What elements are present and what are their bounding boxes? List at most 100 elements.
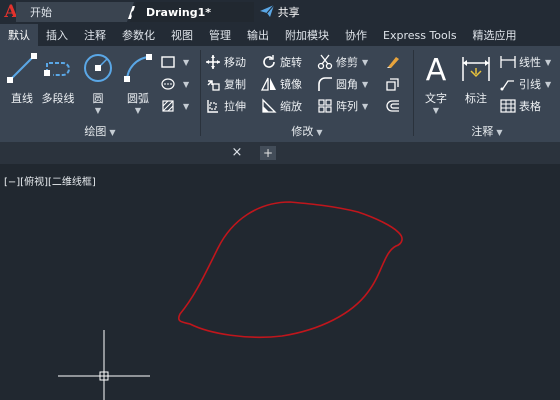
drawn-spline-curve[interactable] (177, 201, 403, 339)
tab-insert[interactable]: 插入 (38, 24, 76, 46)
leader-label: 引线 (519, 78, 541, 91)
leader-button[interactable]: 引线 ▼ (500, 74, 551, 94)
ribbon-tab-bar: 默认 插入 注释 参数化 视图 管理 输出 附加模块 协作 Express To… (0, 24, 560, 46)
new-tab-button[interactable]: + (260, 146, 276, 160)
rectangle-button[interactable]: ▼ (160, 52, 189, 72)
linear-chevron-down-icon[interactable]: ▼ (545, 58, 551, 67)
annotation-panel-title[interactable]: 注释 ▼ (414, 123, 560, 139)
crosshair-cursor (58, 330, 150, 400)
array-label: 阵列 (336, 100, 358, 113)
move-button[interactable]: 移动 (205, 52, 246, 72)
explode-button[interactable] (385, 74, 404, 94)
tab-parametric[interactable]: 参数化 (114, 24, 163, 46)
drawing-viewport[interactable]: [−][俯视][二维线框] (0, 164, 560, 400)
dimension-icon (458, 50, 494, 86)
tab-express-tools[interactable]: Express Tools (375, 24, 465, 46)
mirror-button[interactable]: 镜像 (261, 74, 302, 94)
annotation-panel: A 文字 ▼ 标注 线性 ▼ 引线 ▼ 表格 注释 ▼ (414, 46, 560, 142)
drawing-canvas[interactable] (0, 164, 560, 400)
draw-panel-title[interactable]: 绘图 ▼ (0, 123, 200, 139)
trim-icon (317, 54, 333, 70)
trim-label: 修剪 (336, 56, 358, 69)
tab-view[interactable]: 视图 (163, 24, 201, 46)
copy-button[interactable]: 复制 (205, 74, 246, 94)
text-chevron-down-icon[interactable]: ▼ (433, 106, 439, 115)
document-tab-bar (0, 142, 560, 164)
draw-panel-title-text: 绘图 (84, 125, 107, 138)
share-button[interactable]: 共享 (259, 4, 300, 21)
close-icon[interactable]: × (230, 144, 244, 160)
arc-chevron-down-icon[interactable]: ▼ (135, 106, 141, 115)
copy-label: 复制 (224, 78, 246, 91)
draw-panel-chevron-down-icon: ▼ (109, 128, 116, 137)
leader-chevron-down-icon[interactable]: ▼ (545, 80, 551, 89)
tab-manage[interactable]: 管理 (201, 24, 239, 46)
array-chevron-down-icon[interactable]: ▼ (362, 102, 368, 111)
erase-button[interactable] (385, 52, 404, 72)
dimension-label: 标注 (465, 92, 487, 105)
modify-panel-title[interactable]: 修改 ▼ (201, 123, 413, 139)
arc-icon (120, 50, 156, 86)
boundary-chevron-down-icon[interactable]: ▼ (183, 102, 189, 111)
scale-icon (261, 98, 277, 114)
ribbon: 直线 多段线 圆 ▼ 圆弧 ▼ ▼ ▼ ▼ 绘图 ▼ 移动 旋转 修剪 ▼ 复制… (0, 46, 560, 142)
move-icon (205, 54, 221, 70)
trim-button[interactable]: 修剪 ▼ (317, 52, 368, 72)
text-button[interactable]: A 文字 ▼ (418, 50, 454, 115)
line-button[interactable]: 直线 (4, 50, 40, 106)
fillet-chevron-down-icon[interactable]: ▼ (362, 80, 368, 89)
tab-annotate[interactable]: 注释 (76, 24, 114, 46)
annotation-panel-title-text: 注释 (471, 125, 494, 138)
rectangle-chevron-down-icon[interactable]: ▼ (183, 58, 189, 67)
linear-dimension-button[interactable]: 线性 ▼ (500, 52, 551, 72)
circle-icon (80, 50, 116, 86)
stretch-button[interactable]: 拉伸 (205, 96, 246, 116)
hatch-button[interactable]: ▼ (160, 74, 189, 94)
share-icon (259, 4, 275, 21)
hatch-chevron-down-icon[interactable]: ▼ (183, 80, 189, 89)
polyline-label: 多段线 (41, 92, 75, 105)
mirror-label: 镜像 (280, 78, 302, 91)
leader-icon (500, 76, 516, 92)
offset-icon (385, 98, 401, 114)
array-icon (317, 98, 333, 114)
explode-icon (385, 76, 401, 92)
polyline-button[interactable]: 多段线 (40, 50, 76, 106)
circle-button[interactable]: 圆 ▼ (80, 50, 116, 115)
copy-icon (205, 76, 221, 92)
scale-button[interactable]: 缩放 (261, 96, 302, 116)
stretch-label: 拉伸 (224, 100, 246, 113)
fillet-label: 圆角 (336, 78, 358, 91)
share-label: 共享 (277, 6, 300, 19)
move-label: 移动 (224, 56, 246, 69)
draw-panel: 直线 多段线 圆 ▼ 圆弧 ▼ ▼ ▼ ▼ 绘图 ▼ (0, 46, 200, 142)
table-icon (500, 98, 516, 114)
tab-default[interactable]: 默认 (0, 24, 38, 46)
tab-output[interactable]: 输出 (239, 24, 277, 46)
table-button[interactable]: 表格 (500, 96, 541, 116)
arc-button[interactable]: 圆弧 ▼ (120, 50, 156, 115)
arc-label: 圆弧 (127, 92, 149, 105)
tab-addins[interactable]: 附加模块 (277, 24, 337, 46)
polyline-icon (40, 50, 76, 86)
text-icon: A (418, 50, 454, 86)
scale-label: 缩放 (280, 100, 302, 113)
tab-drawing1[interactable]: Drawing1* (130, 2, 254, 22)
offset-button[interactable] (385, 96, 404, 116)
array-button[interactable]: 阵列 ▼ (317, 96, 368, 116)
tab-featured-apps[interactable]: 精选应用 (465, 24, 525, 46)
tab-collaborate[interactable]: 协作 (337, 24, 375, 46)
stretch-icon (205, 98, 221, 114)
circle-label: 圆 (92, 92, 104, 105)
fillet-button[interactable]: 圆角 ▼ (317, 74, 368, 94)
rotate-button[interactable]: 旋转 (261, 52, 302, 72)
circle-chevron-down-icon[interactable]: ▼ (95, 106, 101, 115)
text-label: 文字 (425, 92, 447, 105)
line-label: 直线 (11, 92, 33, 105)
tab-start[interactable]: 开始 (16, 2, 134, 22)
dimension-button[interactable]: 标注 (458, 50, 494, 106)
boundary-button[interactable]: ▼ (160, 96, 189, 116)
hatch-icon (160, 76, 176, 92)
trim-chevron-down-icon[interactable]: ▼ (362, 58, 368, 67)
modify-panel-chevron-down-icon: ▼ (316, 128, 323, 137)
